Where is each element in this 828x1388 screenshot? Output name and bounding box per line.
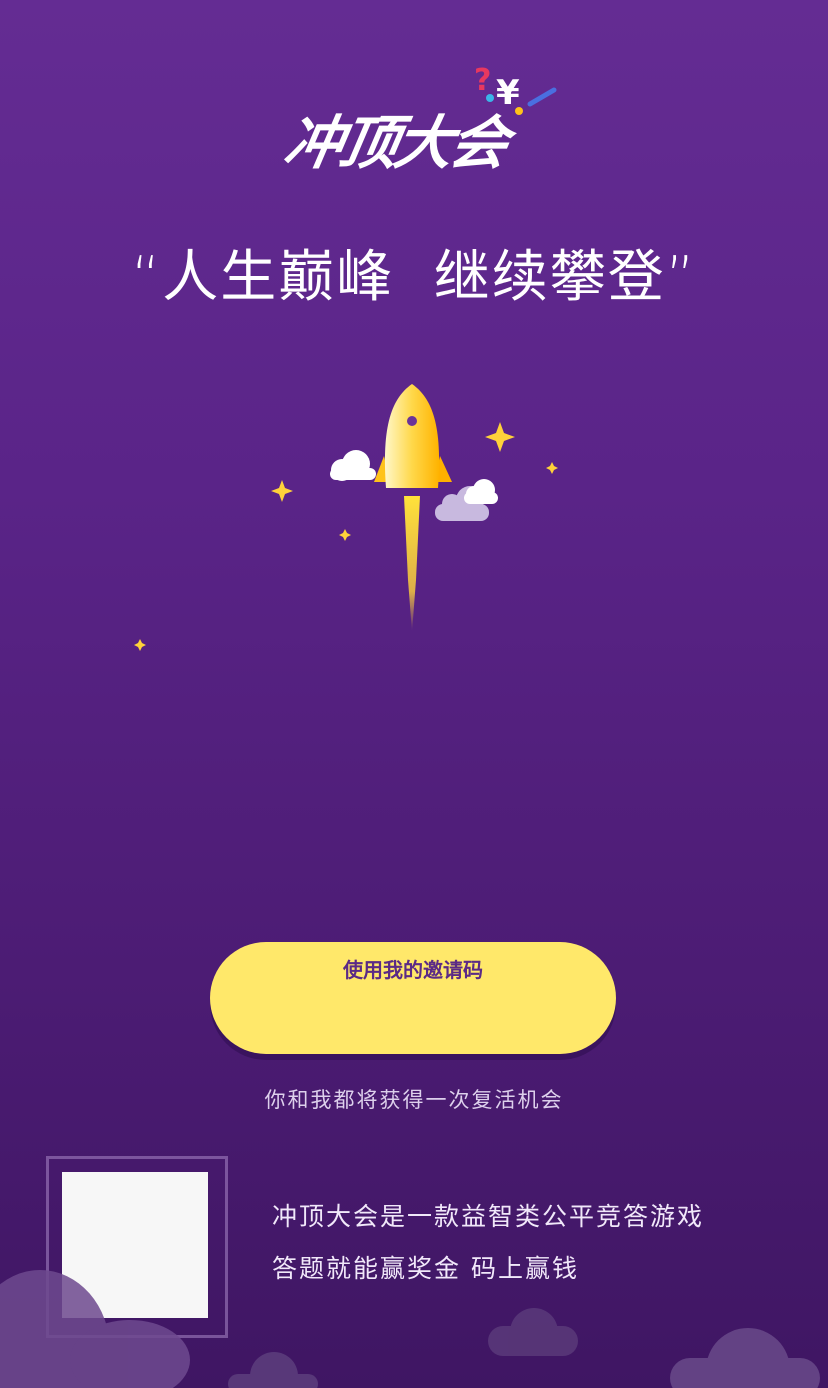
star-icon: [546, 462, 558, 474]
use-invite-code-label: 使用我的邀请码: [343, 958, 483, 982]
svg-text:?: ?: [474, 63, 491, 98]
star-icon: [485, 422, 515, 452]
slogan: “人生巅峰 继续攀登”: [131, 245, 697, 310]
logo-wordmark: 冲顶大会: [279, 109, 512, 177]
star-icon: [134, 639, 146, 651]
rocket-body: [384, 384, 440, 488]
cloud-icon: [464, 479, 498, 504]
revive-reward-note: 你和我都将获得一次复活机会: [264, 1088, 564, 1112]
rocket-flame: [404, 496, 420, 632]
star-icon: [339, 529, 351, 541]
use-invite-code-button[interactable]: 使用我的邀请码: [210, 942, 616, 1054]
app-logo: ? ¥ 冲顶大会: [279, 60, 570, 200]
star-icon: [271, 480, 293, 502]
bottom-clouds: [0, 1270, 820, 1388]
cloud-icon: [330, 450, 376, 481]
rocket-window: [407, 416, 417, 426]
rocket-illustration: [134, 384, 558, 651]
